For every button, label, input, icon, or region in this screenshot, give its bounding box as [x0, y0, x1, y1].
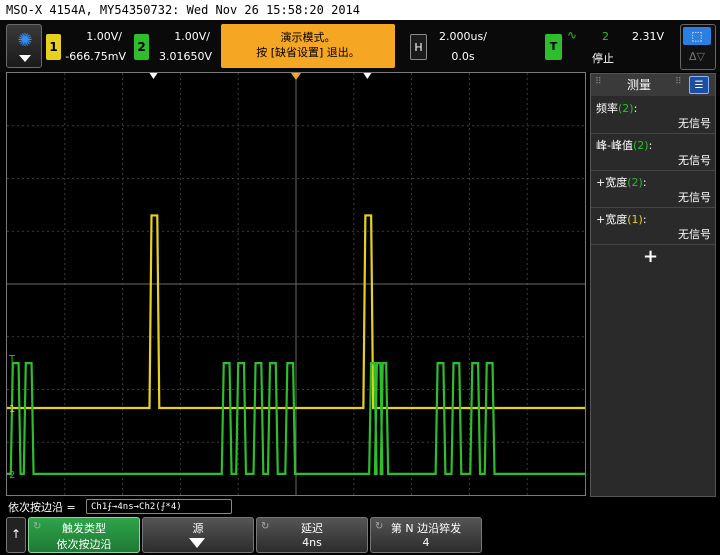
softkey-title: 第 N 边沿猝发 — [390, 522, 462, 535]
measurement-panel: ⠿ 测量 ⠿ ☰ 频率(2): 无信号 峰-峰值(2): 无信号 +宽度(2):… — [590, 73, 716, 497]
trigger-level[interactable]: 2.31V — [632, 30, 664, 43]
cursor-marker — [363, 73, 372, 79]
graticule: 1 2 T — [7, 73, 585, 495]
measurement-item[interactable]: 峰-峰值(2): 无信号 — [591, 134, 715, 171]
cursor-marker — [149, 73, 158, 79]
channel-1-scale[interactable]: 1.00V/ — [64, 30, 122, 43]
add-measurement-button[interactable]: + — [643, 246, 658, 267]
channel-2-badge[interactable]: 2 — [134, 34, 149, 60]
channel-1-offset[interactable]: -666.75mV — [60, 50, 126, 63]
nth-edge-burst-softkey[interactable]: ↻ 第 N 边沿猝发 4 — [370, 517, 482, 553]
softkey-title: 延迟 — [301, 522, 323, 535]
measurement-source: (2) — [632, 139, 649, 152]
measurement-item[interactable]: +宽度(1): 无信号 — [591, 208, 715, 245]
measurement-value: 无信号 — [678, 191, 711, 204]
run-state: 停止 — [592, 52, 614, 65]
trigger-source[interactable]: 2 — [602, 30, 609, 43]
demo-message-line2: 按 [缺省设置] 退出。 — [256, 46, 360, 59]
measurement-name: 峰-峰值 — [596, 139, 633, 152]
trigger-position-marker — [291, 73, 301, 80]
trigger-mode-label: 依次按边沿 = — [8, 501, 76, 514]
measurement-value: 无信号 — [678, 228, 711, 241]
zoom-icon: ⬚ — [683, 27, 711, 45]
measurement-panel-title[interactable]: 测量 — [599, 74, 679, 96]
measurement-value: 无信号 — [678, 154, 711, 167]
zoom-button[interactable]: ⬚ Δ▽ — [680, 24, 716, 70]
measurement-panel-header: ⠿ 测量 ⠿ ☰ — [591, 74, 715, 96]
softkey-value: 依次按边沿 — [56, 538, 112, 551]
measurement-source: (2) — [627, 176, 643, 189]
grip-icon[interactable]: ⠿ — [675, 77, 682, 87]
arrow-down-icon — [189, 538, 205, 548]
channel-2-offset[interactable]: 3.01650V — [150, 50, 212, 63]
window-title: MSO-X 4154A, MY54350732: Wed Nov 26 15:5… — [0, 0, 720, 20]
measurement-value: 无信号 — [678, 117, 711, 130]
source-softkey[interactable]: 源 — [142, 517, 254, 553]
demo-mode-message: 演示模式。 按 [缺省设置] 退出。 — [221, 24, 395, 68]
measurement-name: 频率 — [596, 102, 618, 115]
top-toolbar: ✺ 1 1.00V/ -666.75mV 2 1.00V/ 3.01650V 演… — [0, 20, 720, 72]
measurement-item[interactable]: 频率(2): 无信号 — [591, 97, 715, 134]
measurement-item[interactable]: +宽度(2): 无信号 — [591, 171, 715, 208]
trigger-type-softkey[interactable]: ↻ 触发类型 依次按边沿 — [28, 517, 140, 553]
horizontal-delay[interactable]: 0.0s — [432, 50, 494, 63]
main-menu-button[interactable]: ✺ — [6, 24, 42, 68]
menu-icon: ✺ — [17, 30, 33, 51]
trigger-badge[interactable]: T — [545, 34, 562, 60]
measurement-source: (2) — [618, 102, 634, 115]
oscilloscope-screen: ✺ 1 1.00V/ -666.75mV 2 1.00V/ 3.01650V 演… — [0, 20, 720, 555]
measurement-name: +宽度 — [596, 176, 628, 189]
measurement-name: +宽度 — [596, 213, 628, 226]
trigger-sequence: Ch1⨍→4ns→Ch2(⨍*4) — [86, 499, 232, 514]
channel-1-marker: 1 — [9, 404, 15, 415]
back-button[interactable]: ↑ — [6, 517, 26, 553]
chevron-down-icon — [19, 55, 31, 62]
arrow-up-icon: ↑ — [11, 527, 22, 541]
delay-softkey[interactable]: ↻ 延迟 4ns — [256, 517, 368, 553]
channel-2-marker: 2 — [9, 470, 15, 481]
channel-1-badge[interactable]: 1 — [46, 34, 61, 60]
list-icon[interactable]: ☰ — [689, 76, 709, 94]
trigger-status-row: 依次按边沿 = Ch1⨍→4ns→Ch2(⨍*4) — [0, 498, 720, 516]
measurement-source: (1) — [627, 213, 643, 226]
softkey-value: 4 — [422, 536, 430, 549]
demo-message-line1: 演示模式。 — [280, 31, 336, 44]
trigger-type-icon: ∿ — [567, 28, 578, 42]
trigger-level-marker: T — [8, 354, 16, 365]
delta-icon: Δ▽ — [689, 50, 705, 63]
horizontal-scale[interactable]: 2.000us/ — [432, 30, 494, 43]
softkey-value: 4ns — [302, 536, 322, 549]
waveform-display[interactable]: 1 2 T — [6, 72, 586, 496]
softkey-bar: ↑ ↻ 触发类型 依次按边沿 源 ↻ 延迟 4ns ↻ 第 N 边沿猝发 4 — [0, 516, 720, 555]
channel-2-scale[interactable]: 1.00V/ — [152, 30, 210, 43]
softkey-title: 源 — [192, 522, 204, 535]
softkey-title: 触发类型 — [62, 522, 106, 535]
horizontal-badge[interactable]: H — [410, 34, 427, 60]
